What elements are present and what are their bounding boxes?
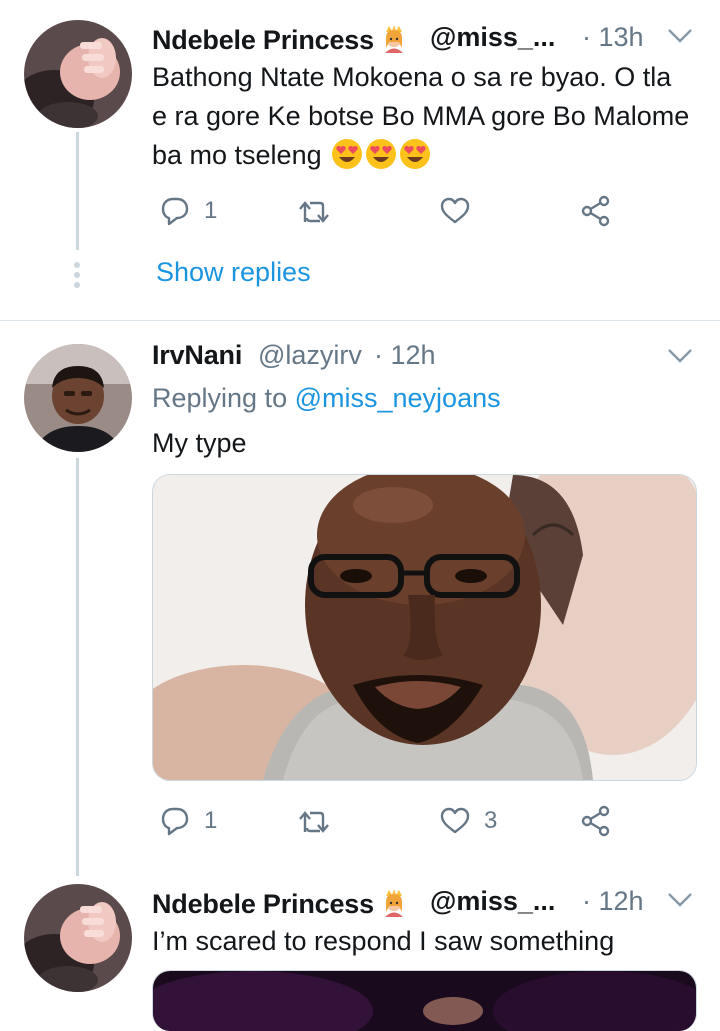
retweet-icon [299,201,329,223]
tweet-image[interactable] [152,970,697,1031]
reply-count: 1 [204,197,218,224]
like-button[interactable] [440,197,470,225]
thread-line [76,458,79,876]
display-name[interactable]: Ndebele Princess [152,22,410,56]
tweet-text: My type [152,428,247,458]
divider [0,320,720,321]
princess-emoji [384,25,403,53]
reply-icon [161,197,189,226]
display-name-text: Ndebele Princess [152,889,374,919]
share-button[interactable] [580,805,612,837]
timestamp[interactable]: · 13h [582,22,644,53]
princess-emoji [384,889,403,917]
handle[interactable]: @miss_... [430,886,555,917]
avatar[interactable] [24,344,132,452]
avatar[interactable] [24,20,132,128]
retweet-button[interactable] [298,808,332,836]
tweet-text: I’m scared to respond I saw something [152,926,615,956]
like-count: 3 [484,807,498,834]
replying-to: Replying to @miss_neyjoans [152,383,501,414]
reply-count: 1 [204,807,218,834]
avatar[interactable] [24,884,132,992]
heart-icon [440,197,470,224]
like-button[interactable]: 3 [440,807,497,835]
tweet-text: Bathong Ntate Mokoena o sa re byao. O tl… [152,58,692,175]
share-icon [581,805,610,837]
replying-to-link[interactable]: @miss_neyjoans [295,383,501,413]
show-replies-link[interactable]: Show replies [156,257,311,288]
timestamp[interactable]: · 12h [374,340,436,371]
reply-button[interactable]: 1 [160,806,217,836]
heart-eyes-emoji [329,139,431,170]
retweet-icon [299,811,329,833]
handle[interactable]: @lazyirv [258,340,362,371]
chevron-down-icon[interactable] [667,348,693,364]
display-name[interactable]: Ndebele Princess [152,886,410,920]
chevron-down-icon[interactable] [667,28,693,44]
heart-icon [440,807,470,834]
tweet-image[interactable] [152,474,697,781]
handle[interactable]: @miss_... [430,22,555,53]
thread-line [76,132,79,250]
display-name[interactable]: IrvNani [152,340,242,371]
share-button[interactable] [580,195,612,227]
thread-more-dots [74,262,81,292]
display-name-text: Ndebele Princess [152,25,374,55]
timestamp[interactable]: · 12h [582,886,644,917]
replying-to-label: Replying to [152,383,288,413]
chevron-down-icon[interactable] [667,892,693,908]
reply-button[interactable]: 1 [160,196,217,226]
share-icon [581,195,610,227]
reply-icon [161,807,189,836]
retweet-button[interactable] [298,198,332,226]
